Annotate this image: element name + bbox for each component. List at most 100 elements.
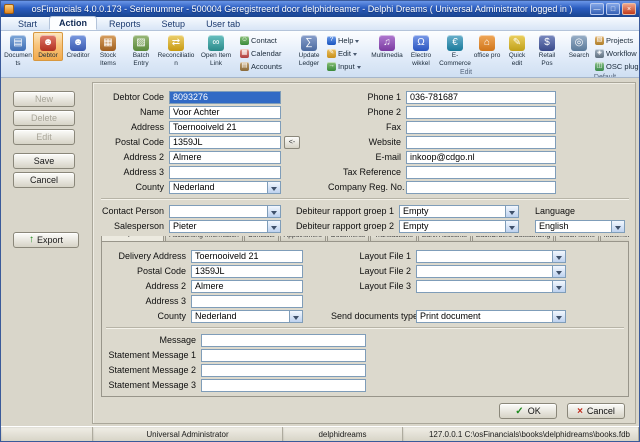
- layout-file1-select[interactable]: [416, 249, 566, 263]
- export-button[interactable]: ↑ Export: [13, 232, 79, 248]
- message-label: Message: [159, 335, 196, 345]
- quick-edit-button[interactable]: ✎ Quick edit: [502, 32, 532, 68]
- website-input[interactable]: [406, 135, 556, 149]
- save-button[interactable]: Save: [13, 153, 75, 169]
- multimedia-label: Multimedia: [371, 52, 403, 59]
- help-label: Help: [338, 36, 354, 45]
- new-button[interactable]: New: [13, 91, 75, 107]
- help-button[interactable]: ? Help: [326, 34, 368, 47]
- tab-action[interactable]: Action: [49, 16, 98, 30]
- update-ledger-label: Update Ledger: [298, 52, 320, 67]
- edit-button[interactable]: Edit: [13, 129, 75, 145]
- rapport-groep1-select[interactable]: Empty: [399, 204, 519, 218]
- ribbon: ▤ Documents ☻ Debtor ☻ Creditor ▦ Stock …: [1, 31, 639, 78]
- statement-message3-label: Statement Message 3: [108, 380, 196, 390]
- edit-menu-button[interactable]: ✎ Edit: [326, 47, 368, 60]
- batch-entry-button[interactable]: ▨ Batch Entry: [126, 32, 156, 68]
- ecommerce-button[interactable]: € E-Commerce: [438, 32, 472, 68]
- stock-items-button[interactable]: ▦ Stock Items: [93, 32, 123, 68]
- workflow-button[interactable]: ◈ Workflow: [594, 47, 639, 60]
- delivery-county-label: County: [157, 311, 186, 321]
- layout-file1-label: Layout File 1: [359, 251, 411, 261]
- delete-button[interactable]: Delete: [13, 110, 75, 126]
- statement-message2-input[interactable]: [201, 363, 366, 377]
- phone1-input[interactable]: [406, 90, 556, 104]
- calendar-button[interactable]: ▦ Calendar: [239, 47, 289, 60]
- cancel-label: Cancel: [586, 406, 615, 416]
- phone2-input[interactable]: [406, 105, 556, 119]
- fax-input[interactable]: [406, 120, 556, 134]
- tab-start[interactable]: Start: [9, 18, 46, 30]
- electro-wikkel-button[interactable]: Ω Electro wikkel: [404, 32, 438, 68]
- name-input[interactable]: [169, 105, 281, 119]
- contact-button[interactable]: ☺ Contact: [239, 34, 289, 47]
- search-button[interactable]: ◎ Search: [564, 32, 594, 61]
- address-input[interactable]: [169, 120, 281, 134]
- delivery-postal-code-label: Postal Code: [136, 266, 186, 276]
- postal-code-label: Postal Code: [114, 137, 164, 147]
- update-ledger-button[interactable]: ∑ Update Ledger: [292, 32, 326, 68]
- tax-reference-input[interactable]: [406, 165, 556, 179]
- postal-code-input[interactable]: [169, 135, 281, 149]
- contact-person-select[interactable]: [169, 204, 281, 218]
- rapport-groep2-select[interactable]: Empty: [399, 219, 519, 233]
- tab-reports[interactable]: Reports: [100, 18, 150, 30]
- office-pro-icon: ⌂: [479, 35, 495, 51]
- layout-file2-select[interactable]: [416, 264, 566, 278]
- maximize-button[interactable]: □: [606, 3, 620, 15]
- statement-message1-input[interactable]: [201, 348, 366, 362]
- website-label: Website: [368, 137, 401, 147]
- projects-button[interactable]: ▧ Projects: [594, 34, 639, 47]
- osc-plugin-button[interactable]: ◫ OSC plugin: [594, 60, 639, 73]
- multimedia-icon: ♫: [379, 35, 395, 51]
- delivery-address-label: Delivery Address: [118, 251, 186, 261]
- ok-button[interactable]: ✓ OK: [499, 403, 557, 419]
- email-input[interactable]: [406, 150, 556, 164]
- delivery-address3-input[interactable]: [191, 294, 303, 308]
- export-label: Export: [36, 235, 63, 245]
- send-documents-type-select[interactable]: Print document: [416, 309, 566, 323]
- accounts-button[interactable]: ▤ Accounts: [239, 60, 289, 73]
- debtor-icon: ☻: [40, 35, 56, 51]
- tab-user-tab[interactable]: User tab: [197, 18, 249, 30]
- creditor-button[interactable]: ☻ Creditor: [63, 32, 93, 61]
- multimedia-button[interactable]: ♫ Multimedia: [370, 32, 404, 61]
- delivery-address2-input[interactable]: [191, 279, 303, 293]
- retail-pos-button[interactable]: $ Retail Pos: [532, 32, 562, 68]
- minimize-button[interactable]: —: [590, 3, 604, 15]
- debtor-code-input[interactable]: [169, 90, 281, 104]
- delivery-county-select[interactable]: Nederland: [191, 309, 303, 323]
- creditor-icon: ☻: [70, 35, 86, 51]
- titlebar: osFinancials 4.0.0.173 - Serienummer - 5…: [1, 1, 639, 17]
- county-select[interactable]: Nederland: [169, 180, 281, 194]
- company-reg-input[interactable]: [406, 180, 556, 194]
- send-documents-type-label: Send documents type: [331, 311, 416, 321]
- reconciliation-icon: ⇄: [168, 35, 184, 51]
- tab-setup[interactable]: Setup: [153, 18, 195, 30]
- address3-label: Address 3: [123, 167, 164, 177]
- office-pro-button[interactable]: ⌂ office pro: [472, 32, 502, 61]
- message-input[interactable]: [201, 333, 366, 347]
- company-reg-label: Company Reg. No.: [328, 182, 405, 192]
- salesperson-select[interactable]: Pieter: [169, 219, 281, 233]
- phone2-label: Phone 2: [367, 107, 401, 117]
- statement-message3-input[interactable]: [201, 378, 366, 392]
- divider: [101, 198, 629, 200]
- input-menu-button[interactable]: → Input: [326, 60, 368, 73]
- postal-lookup-button[interactable]: <-: [284, 135, 300, 149]
- delivery-postal-code-input[interactable]: [191, 264, 303, 278]
- layout-file3-select[interactable]: [416, 279, 566, 293]
- delivery-address-input[interactable]: [191, 249, 303, 263]
- close-button[interactable]: ×: [622, 3, 636, 15]
- cancel-button[interactable]: Cancel: [13, 172, 75, 188]
- address2-input[interactable]: [169, 150, 281, 164]
- ribbon-group-main: ▤ Documents ☻ Debtor ☻ Creditor ▦ Stock …: [3, 32, 368, 77]
- language-select[interactable]: English: [535, 219, 625, 233]
- debtor-button[interactable]: ☻ Debtor: [33, 32, 63, 61]
- open-item-link-button[interactable]: ∞ Open Item Link: [196, 32, 236, 68]
- address3-input[interactable]: [169, 165, 281, 179]
- form-cancel-button[interactable]: × Cancel: [567, 403, 625, 419]
- documents-button[interactable]: ▤ Documents: [3, 32, 33, 68]
- quick-edit-label: Quick edit: [508, 52, 526, 67]
- reconciliation-button[interactable]: ⇄ Reconciliation: [156, 32, 196, 68]
